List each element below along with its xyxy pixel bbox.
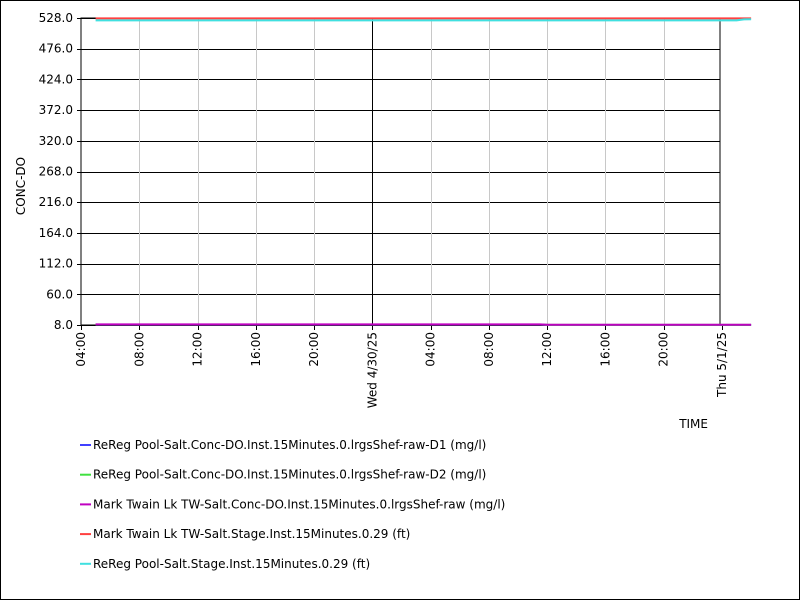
legend-entry: Mark Twain Lk TW-Salt.Stage.Inst.15Minut… bbox=[93, 527, 410, 541]
x-tick-label: Wed 4/30/25 bbox=[365, 332, 379, 408]
x-tick-label: 16:00 bbox=[598, 332, 612, 367]
y-tick-label: 164.0 bbox=[39, 226, 73, 240]
x-tick-label: 20:00 bbox=[307, 332, 321, 367]
x-tick-label: 12:00 bbox=[191, 332, 205, 367]
y-tick-label: 216.0 bbox=[39, 195, 73, 209]
y-axis-title: CONC-DO bbox=[14, 157, 28, 215]
y-tick-label: 60.0 bbox=[46, 287, 73, 301]
x-tick-label: Thu 5/1/25 bbox=[715, 332, 729, 398]
y-tick-label: 424.0 bbox=[39, 72, 73, 86]
y-tick-labels: 528.0 476.0 424.0 372.0 320.0 268.0 216.0 164.0… bbox=[39, 11, 81, 332]
x-tick-label: 12:00 bbox=[540, 332, 554, 367]
y-tick-label: 320.0 bbox=[39, 134, 73, 148]
x-tick-label: 20:00 bbox=[657, 332, 671, 367]
y-tick-label: 268.0 bbox=[39, 165, 73, 179]
legend-entry: ReReg Pool-Salt.Stage.Inst.15Minutes.0.2… bbox=[93, 557, 370, 571]
x-tick-label: 08:00 bbox=[482, 332, 496, 367]
y-tick-label: 372.0 bbox=[39, 103, 73, 117]
x-axis-title: TIME bbox=[678, 417, 708, 431]
series-line-5 bbox=[95, 18, 752, 22]
y-tick-label: 476.0 bbox=[39, 42, 73, 56]
legend-entry: ReReg Pool-Salt.Conc-DO.Inst.15Minutes.0… bbox=[93, 438, 486, 452]
x-tick-label: 04:00 bbox=[74, 332, 88, 367]
legend-entry: Mark Twain Lk TW-Salt.Conc-DO.Inst.15Min… bbox=[93, 497, 505, 511]
x-tick-label: 16:00 bbox=[249, 332, 263, 367]
x-tick-labels: 04:00 08:00 12:00 16:00 20:00 Wed 4/30/25 04:0… bbox=[74, 325, 729, 408]
x-tick-label: 04:00 bbox=[424, 332, 438, 367]
legend: ReReg Pool-Salt.Conc-DO.Inst.15Minutes.0… bbox=[80, 438, 505, 571]
y-tick-label: 8.0 bbox=[54, 318, 73, 332]
y-tick-label: 528.0 bbox=[39, 11, 73, 25]
x-tick-label: 08:00 bbox=[132, 332, 146, 367]
plot-area bbox=[80, 17, 721, 326]
y-tick-label: 112.0 bbox=[39, 257, 73, 271]
legend-entry: ReReg Pool-Salt.Conc-DO.Inst.15Minutes.0… bbox=[93, 468, 486, 482]
chart-canvas: 528.0 476.0 424.0 372.0 320.0 268.0 216.0 164.0… bbox=[14, 11, 752, 571]
